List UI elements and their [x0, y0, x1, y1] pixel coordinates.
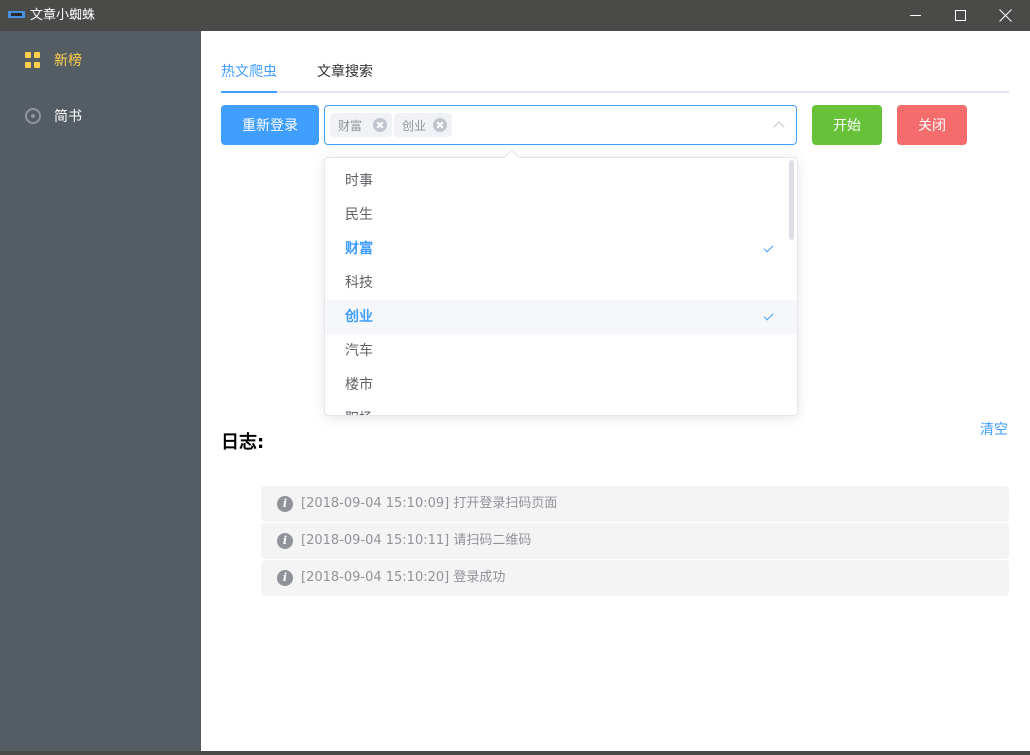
category-multiselect[interactable]: 财富 创业	[324, 105, 797, 145]
relogin-button[interactable]: 重新登录	[221, 105, 319, 145]
sidebar-item-label: 新榜	[54, 53, 82, 69]
log-entry: i [2018-09-04 15:10:20] 登录成功	[261, 560, 1009, 596]
log-entry-text: [2018-09-04 15:10:09] 打开登录扫码页面	[301, 496, 558, 511]
dropdown-option[interactable]: 职场	[325, 402, 797, 415]
selected-tag: 创业	[394, 113, 452, 137]
minimize-button[interactable]	[890, 0, 940, 31]
sidebar-item-xinbang[interactable]: 新榜	[0, 32, 201, 88]
tag-remove-icon[interactable]	[433, 118, 447, 132]
tab-article-search[interactable]: 文章搜索	[317, 62, 373, 82]
tag-label: 财富	[338, 118, 363, 133]
check-icon	[763, 310, 774, 321]
info-icon: i	[277, 570, 293, 586]
dropdown-option[interactable]: 民生	[325, 198, 797, 232]
dropdown-option[interactable]: 汽车	[325, 334, 797, 368]
selected-tag: 财富	[330, 113, 392, 137]
chevron-up-icon[interactable]	[773, 121, 785, 133]
maximize-button[interactable]	[935, 0, 985, 31]
dropdown-option[interactable]: 时事	[325, 164, 797, 198]
sidebar: 新榜 简书	[0, 31, 201, 751]
window-title: 文章小蜘蛛	[30, 8, 96, 23]
tab-bar: 热文爬虫 文章搜索	[221, 62, 1009, 93]
gear-icon	[25, 108, 41, 124]
tab-hot-articles[interactable]: 热文爬虫	[221, 62, 277, 82]
tab-active-indicator	[221, 91, 277, 93]
log-entry-text: [2018-09-04 15:10:11] 请扫码二维码	[301, 533, 532, 548]
dropdown-option[interactable]: 财富	[325, 232, 797, 266]
grid-icon	[25, 52, 41, 68]
dropdown-option[interactable]: 科技	[325, 266, 797, 300]
sidebar-item-label: 简书	[54, 109, 82, 125]
log-entry: i [2018-09-04 15:10:09] 打开登录扫码页面	[261, 486, 1009, 522]
tag-remove-icon[interactable]	[373, 118, 387, 132]
close-button[interactable]: 关闭	[897, 105, 967, 145]
info-icon: i	[277, 533, 293, 549]
title-bar: 文章小蜘蛛	[0, 0, 1030, 31]
window-bottom-border	[0, 751, 1030, 755]
check-icon	[763, 242, 774, 253]
close-window-button[interactable]	[980, 0, 1030, 31]
maximize-icon	[954, 10, 966, 21]
info-icon: i	[277, 496, 293, 512]
start-button[interactable]: 开始	[812, 105, 882, 145]
dropdown-option[interactable]: 楼市	[325, 368, 797, 402]
sidebar-item-jianshu[interactable]: 简书	[0, 88, 201, 144]
close-icon	[999, 9, 1012, 22]
minimize-icon	[909, 15, 921, 16]
log-title: 日志:	[221, 432, 265, 453]
category-dropdown: 时事 民生 财富 科技 创业 汽车 楼市 职场	[324, 157, 798, 416]
dropdown-option[interactable]: 创业	[325, 300, 797, 334]
tag-label: 创业	[402, 118, 427, 133]
clear-log-link[interactable]: 清空	[980, 419, 1008, 439]
app-logo-icon	[8, 11, 25, 18]
log-entry-text: [2018-09-04 15:10:20] 登录成功	[301, 570, 506, 585]
log-entry: i [2018-09-04 15:10:11] 请扫码二维码	[261, 523, 1009, 559]
